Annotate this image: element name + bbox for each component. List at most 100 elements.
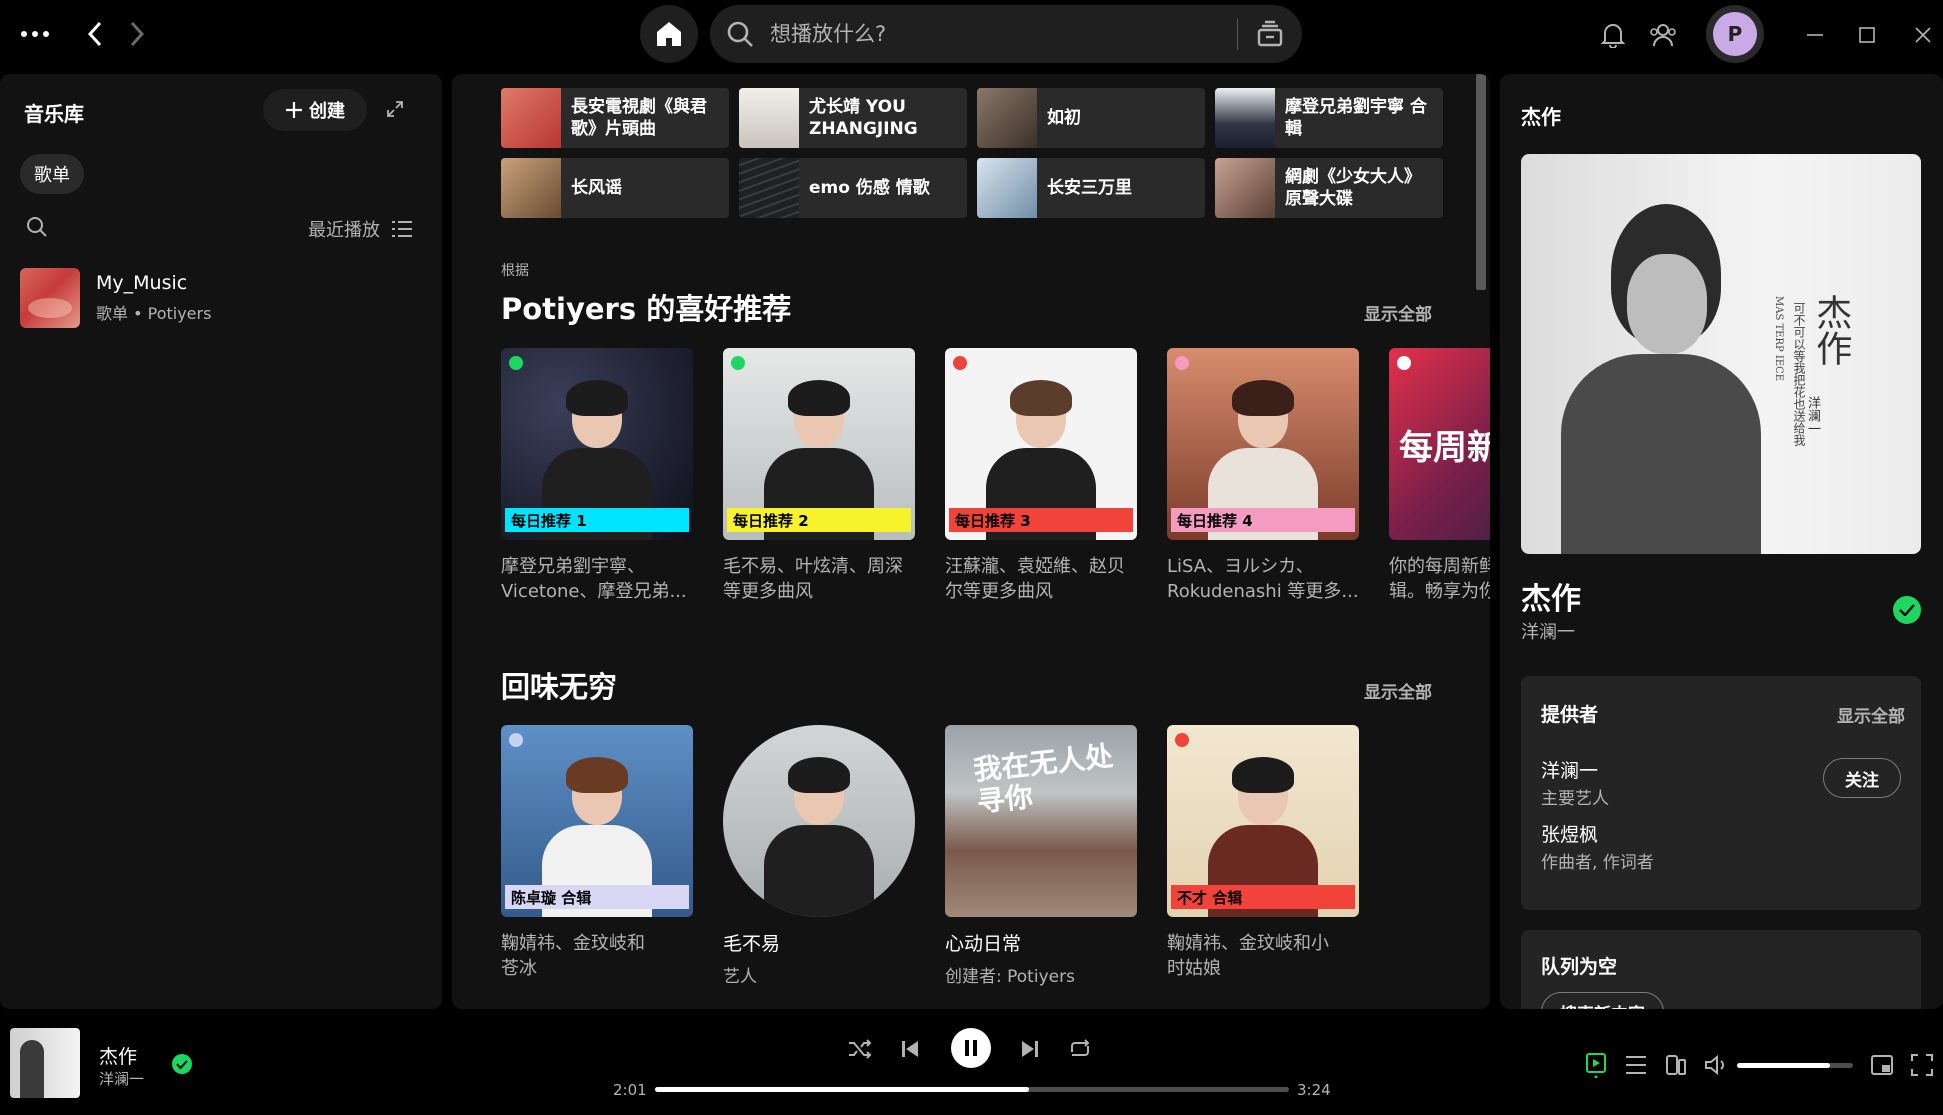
card-cover: 不才 合辑 (1167, 725, 1359, 917)
playlist-card[interactable]: 每周新鲜 你的每周新鲜辑。畅享为你 (1389, 348, 1490, 604)
quick-pick-title: 摩登兄弟劉宇寧 合輯 (1285, 96, 1427, 139)
saved-check-icon[interactable] (1893, 596, 1921, 624)
create-button[interactable]: 创建 (263, 89, 367, 131)
library-search-icon[interactable] (26, 216, 48, 242)
shuffle-icon[interactable] (846, 1035, 874, 1063)
mix-card[interactable]: 不才 合辑 鞠婧祎、金玟岐和小 时姑娘 (1167, 725, 1359, 981)
library-item-subtitle: 歌单 • Potiyers (96, 304, 212, 323)
fullscreen-icon[interactable] (1908, 1051, 1936, 1079)
playlist-card[interactable]: 每日推荐 2 毛不易、叶炫清、周深 等更多曲风 (723, 348, 915, 604)
maximize-window-icon[interactable] (1852, 20, 1882, 50)
now-playing-title[interactable]: 杰作 (99, 1042, 137, 1069)
search-new-content-button[interactable]: 搜索新内容 (1541, 992, 1664, 1009)
quick-pick-title: 尤长靖 YOU ZHANGJING (809, 96, 918, 139)
profile-avatar-button[interactable]: P (1706, 5, 1764, 63)
card-cover: 每日推荐 3 (945, 348, 1137, 540)
forward-arrow-icon[interactable] (122, 18, 152, 50)
album-art-title: 杰作 (1810, 294, 1852, 366)
quick-pick-title: 網劇《少女大人》原聲大碟 (1285, 166, 1421, 209)
spotify-logo-icon (509, 356, 523, 370)
card-description: 毛不易、叶炫清、周深 等更多曲风 (723, 556, 903, 603)
pause-button[interactable] (951, 1028, 991, 1068)
credits-card: 提供者 显示全部 洋澜一 主要艺人 关注 张煜枫 作曲者, 作词者 (1521, 676, 1921, 910)
credit-name[interactable]: 洋澜一 (1541, 756, 1598, 783)
album-art-portrait (1561, 194, 1761, 554)
queue-card: 队列为空 搜索新内容 (1521, 930, 1921, 1009)
quick-pick[interactable]: 如初 (977, 88, 1205, 148)
main-scrollbar[interactable] (1476, 74, 1486, 290)
library-sort-button[interactable]: 最近播放 (308, 216, 412, 242)
playlist-card[interactable]: 每日推荐 4 LiSA、ヨルシカ、 Rokudenashi 等更多... (1167, 348, 1359, 604)
credit-role: 作曲者, 作词者 (1541, 853, 1654, 873)
quick-pick[interactable]: 摩登兄弟劉宇寧 合輯 (1215, 88, 1443, 148)
main-content: 長安電視劇《與君歌》片頭曲 尤长靖 YOU ZHANGJING 如初 摩登兄弟劉… (452, 74, 1490, 1009)
card-cover: 我在无人处寻你 (945, 725, 1137, 917)
now-playing-artist[interactable]: 洋澜一 (99, 1068, 144, 1089)
saved-check-icon[interactable] (172, 1054, 192, 1074)
section-title[interactable]: Potiyers 的喜好推荐 (501, 286, 791, 328)
follow-button[interactable]: 关注 (1823, 758, 1901, 798)
search-bar[interactable] (710, 5, 1302, 63)
card-subtitle: 艺人 (723, 967, 757, 987)
credit-role: 主要艺人 (1541, 789, 1609, 809)
search-icon (710, 20, 770, 48)
artist-card[interactable]: 毛不易 艺人 (723, 725, 915, 987)
previous-track-icon[interactable] (896, 1035, 924, 1063)
repeat-icon[interactable] (1066, 1035, 1094, 1063)
expand-library-icon[interactable] (386, 100, 404, 122)
section-title[interactable]: 回味无穷 (501, 664, 617, 706)
library-item-name: My_Music (96, 272, 188, 294)
volume-icon[interactable] (1702, 1051, 1730, 1079)
quick-pick[interactable]: 網劇《少女大人》原聲大碟 (1215, 158, 1443, 218)
volume-slider[interactable] (1737, 1063, 1853, 1068)
volume-fill (1737, 1063, 1830, 1068)
top-bar: P (0, 0, 1943, 68)
album-art: MAS TERP IECE 可不可以等我把花也送给我 杰作 洋澜一 (1521, 154, 1921, 554)
search-input[interactable] (770, 22, 1237, 46)
library-item[interactable]: My_Music 歌单 • Potiyers (20, 268, 211, 328)
queue-icon[interactable] (1622, 1051, 1650, 1079)
now-playing-view-icon[interactable] (1582, 1051, 1610, 1079)
show-all-link[interactable]: 显示全部 (1364, 678, 1432, 703)
quick-pick[interactable]: 长安三万里 (977, 158, 1205, 218)
home-button[interactable] (640, 5, 698, 63)
queue-title: 队列为空 (1541, 956, 1618, 978)
minimize-window-icon[interactable] (1800, 20, 1830, 50)
now-playing-cover[interactable] (10, 1028, 80, 1098)
close-window-icon[interactable] (1908, 20, 1938, 50)
playlist-card[interactable]: 每日推荐 3 汪蘇瀧、袁婭維、赵贝 尔等更多曲风 (945, 348, 1137, 604)
card-tag: 每日推荐 2 (727, 508, 911, 532)
plus-icon (286, 102, 302, 118)
quick-pick-cover (739, 158, 799, 218)
mini-player-icon[interactable] (1868, 1051, 1896, 1079)
back-arrow-icon[interactable] (80, 18, 110, 50)
card-tag: 每日推荐 3 (949, 508, 1133, 532)
connect-device-icon[interactable] (1662, 1051, 1690, 1079)
show-all-link[interactable]: 显示全部 (1364, 300, 1432, 325)
library-title: 音乐库 (24, 102, 84, 126)
browse-icon[interactable] (1238, 20, 1302, 48)
progress-fill (655, 1087, 1030, 1092)
spotify-logo-icon (509, 733, 523, 747)
quick-pick-cover (977, 158, 1037, 218)
card-subtitle: 创建者: Potiyers (945, 967, 1075, 987)
filter-chip-playlists[interactable]: 歌单 (20, 154, 84, 194)
quick-pick-cover (501, 158, 561, 218)
playlist-cover (20, 268, 80, 328)
friend-activity-icon[interactable] (1648, 20, 1678, 50)
playlist-card[interactable]: 我在无人处寻你 心动日常 创建者: Potiyers (945, 725, 1137, 987)
track-title[interactable]: 杰作 (1521, 574, 1581, 618)
quick-pick[interactable]: emo 伤感 情歌 (739, 158, 967, 218)
notifications-bell-icon[interactable] (1598, 20, 1628, 50)
more-options-icon[interactable] (18, 20, 52, 48)
quick-pick[interactable]: 长风谣 (501, 158, 729, 218)
quick-pick[interactable]: 長安電視劇《與君歌》片頭曲 (501, 88, 729, 148)
mix-card[interactable]: 陈卓璇 合辑 鞠婧祎、金玟岐和 苍冰 (501, 725, 693, 981)
playlist-card[interactable]: 每日推荐 1 摩登兄弟劉宇寧、 Vicetone、摩登兄弟... (501, 348, 693, 604)
next-track-icon[interactable] (1016, 1035, 1044, 1063)
credits-show-all-link[interactable]: 显示全部 (1837, 702, 1905, 727)
quick-pick[interactable]: 尤长靖 YOU ZHANGJING (739, 88, 967, 148)
progress-bar[interactable] (655, 1087, 1289, 1092)
spotify-logo-icon (731, 356, 745, 370)
track-artist[interactable]: 洋澜一 (1521, 618, 1575, 644)
